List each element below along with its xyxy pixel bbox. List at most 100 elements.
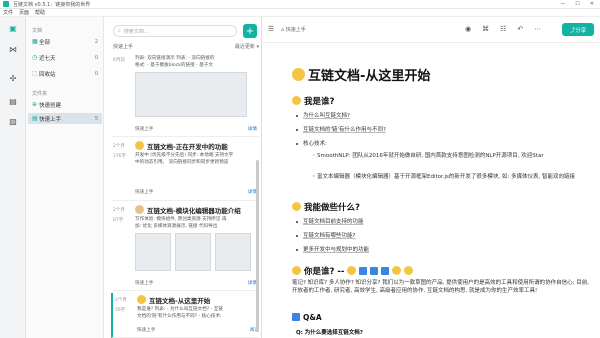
more-icon[interactable]: ⋯ [534,25,541,33]
person-emoji-icon [381,267,390,275]
sidebar-item-all[interactable]: ▦ 全部 2 [28,36,102,47]
card-footer: 快速上手 阅读 [137,327,259,333]
folder-tag: 快速上手 [137,328,156,333]
menu-page[interactable]: 页面 [19,9,29,16]
image-icon[interactable]: ▨ [7,115,19,127]
card-date: 2个月 [115,298,127,303]
card-title: 互链文档-从这里开始 [137,295,210,305]
folder-tag: 快速上手 [135,281,154,286]
plus-circle-icon: ⊕ [32,101,38,108]
maximize-icon[interactable]: ☐ [575,1,579,7]
ruler-emoji-icon [135,205,144,214]
card-thumbnail [135,233,171,271]
card-footer: 快速上手 详情 [135,126,257,132]
sidebar-item-label: 快速创建 [39,102,62,109]
list-item[interactable]: 6月前 列表: 双向链接演示 列表: - 双向链接的 格式: - 基于模板blo… [113,51,259,137]
sidebar-item-count: 2 [94,38,98,45]
card-detail-link[interactable]: 详情 [248,126,257,132]
documents-icon[interactable]: ▣ [7,22,19,34]
window-title: 互链文档 v0.5.1：链接你我的世界 [13,1,91,8]
menu-file[interactable]: 文件 [3,9,13,16]
person-emoji-icon [392,266,402,275]
list-scrollbar[interactable] [256,160,259,332]
sidebar-item-trash[interactable]: ⬚ 回收站 0 [28,68,102,79]
list-item[interactable]: 2个月 56字 互链文档-从这里开始 我是谁? 列表: - 为什么叫互链文档? … [111,293,259,338]
qa-icon [292,313,300,321]
share-button[interactable]: ⤴ 分享 [562,23,594,36]
minimize-icon[interactable]: — [560,1,565,7]
card-excerpt: 文档的'链'有什么作用与不同? - 核心技术: [137,314,222,319]
gallery-icon[interactable]: ▤ [7,95,19,107]
card-thumbnail [215,233,251,271]
network-icon[interactable]: ✣ [7,72,19,84]
menu-help[interactable]: 帮助 [35,9,45,16]
sidebar-item-label: 回收站 [39,71,56,78]
person-emoji-icon [404,266,414,275]
sidebar-item-count: 0 [94,54,98,61]
card-excerpt: 列表: 双向链接演示 列表: - 双向链接的 [135,56,215,61]
search-icon: ⌕ [118,28,121,34]
card-title: 互链文档-正在开发中的功能 [135,141,228,151]
card-date: 2个月 [113,144,125,149]
pointing-emoji-icon [292,68,305,81]
section-heading: 我能做些什么? [292,201,360,213]
pointing-emoji-icon [137,295,146,304]
editor-toolbar: ☰ ⌂ 快速上手 ◉ ⌘ ☷ ↶ ⋯ ⤴ 分享 [262,17,600,43]
folder-icon: ▤ [32,115,38,122]
folder-tag: 快速上手 [135,190,154,195]
card-footer: 快速上手 详情 [135,189,257,195]
paragraph: 笔记? 知识库? 多人协作? 知识分享? 我们以为一款草图的产品, 提供使用户的… [292,280,590,294]
folder-tag: 快速上手 [135,127,154,132]
smiley-emoji-icon [292,202,301,211]
collapse-icon[interactable]: ☰ [268,25,274,33]
trash-icon: ⬚ [32,70,38,77]
sub-list-item: ◦ 富文本编辑器（模块化编辑器）基于开源框架Editor.js的新开发了很多模块… [312,174,576,180]
sidebar-item-count: 5 [94,115,98,122]
list-item[interactable]: 2个月 87字 互链文档-模块化编辑器功能介绍 写作体验: 模块组件, 原创类资… [113,203,259,291]
card-excerpt: 我是谁? 列表: - 为什么叫互链文档? - 互链 [137,307,223,312]
list-link-item[interactable]: 更多开发中与规划中的功能 [296,245,369,253]
sort-dropdown[interactable]: 最近更新 ▾ [235,43,259,50]
title-bar: 互链文档 v0.5.1：链接你我的世界 — ☐ ✕ [0,0,600,9]
sidebar-item-recent[interactable]: ◷ 近七天 0 [28,52,102,63]
card-excerpt: 加: 优化 多媒体资源展示, 链接 代码导出 [135,224,218,229]
sidebar-item-label: 全部 [39,39,51,46]
page-title: 互链文档-从这里开始 [292,65,430,84]
face-emoji-icon [347,266,357,275]
sidebar-item-count: 0 [94,70,98,77]
person-emoji-icon [370,267,379,275]
smiley-emoji-icon [292,96,301,105]
card-title: 互链文档-模块化编辑器功能介绍 [135,205,241,215]
list-item-text: 核心技术: [296,139,327,147]
clock-icon: ◷ [32,54,38,61]
close-icon[interactable]: ✕ [590,1,594,7]
smiley-emoji-icon [292,266,301,275]
list-item[interactable]: 2个月 276字 互链文档-正在开发中的功能 开发中 (优先级不分先后) 同步:… [113,139,259,201]
search-input[interactable]: ⌕ 搜索文档... [113,25,237,37]
link-icon[interactable]: ⌘ [482,25,489,33]
editor-tools: ◉ ⌘ ☷ ↶ ⋯ [465,25,541,33]
section-heading: 你是谁? -- [292,265,416,277]
outline-icon[interactable]: ☷ [500,25,506,33]
search-placeholder: 搜索文档... [123,28,149,35]
sidebar: 文档 ▦ 全部 2 ◷ 近七天 0 ⬚ 回收站 0 文件夹 ⊕ 快速创建 ▤ 快… [26,17,104,338]
list-link-item[interactable]: 互链文档有哪些功能? [296,231,355,239]
sidebar-item-label: 快速上手 [39,116,62,123]
card-excerpt: 写作体验: 模块组件, 原创类资源 支持所见 再 [135,217,227,222]
add-document-button[interactable]: + [243,24,257,38]
section-heading: 我是谁? [292,95,334,107]
card-word-count: 56字 [115,308,126,313]
preview-icon[interactable]: ◉ [465,25,471,33]
graph-icon[interactable]: ⋈ [7,43,19,55]
sidebar-item-quick-create[interactable]: ⊕ 快速创建 [28,99,102,110]
list-link-item[interactable]: 互链文档目前支持的功能 [296,217,364,225]
folder-section-label: 文件夹 [32,91,48,97]
list-link-item[interactable]: 为什么叫互链文档? [296,111,350,119]
list-link-item[interactable]: 互链文档的'链'有什么作用与不同? [296,125,386,133]
sidebar-item-quickstart[interactable]: ▤ 快速上手 5 [28,113,102,124]
person-emoji-icon [359,267,368,275]
card-word-count: 87字 [113,218,124,223]
card-thumbnail [175,233,211,271]
history-icon[interactable]: ↶ [517,25,523,33]
activity-rail: ▣ ⋈ ✣ ▤ ▨ [0,17,26,338]
